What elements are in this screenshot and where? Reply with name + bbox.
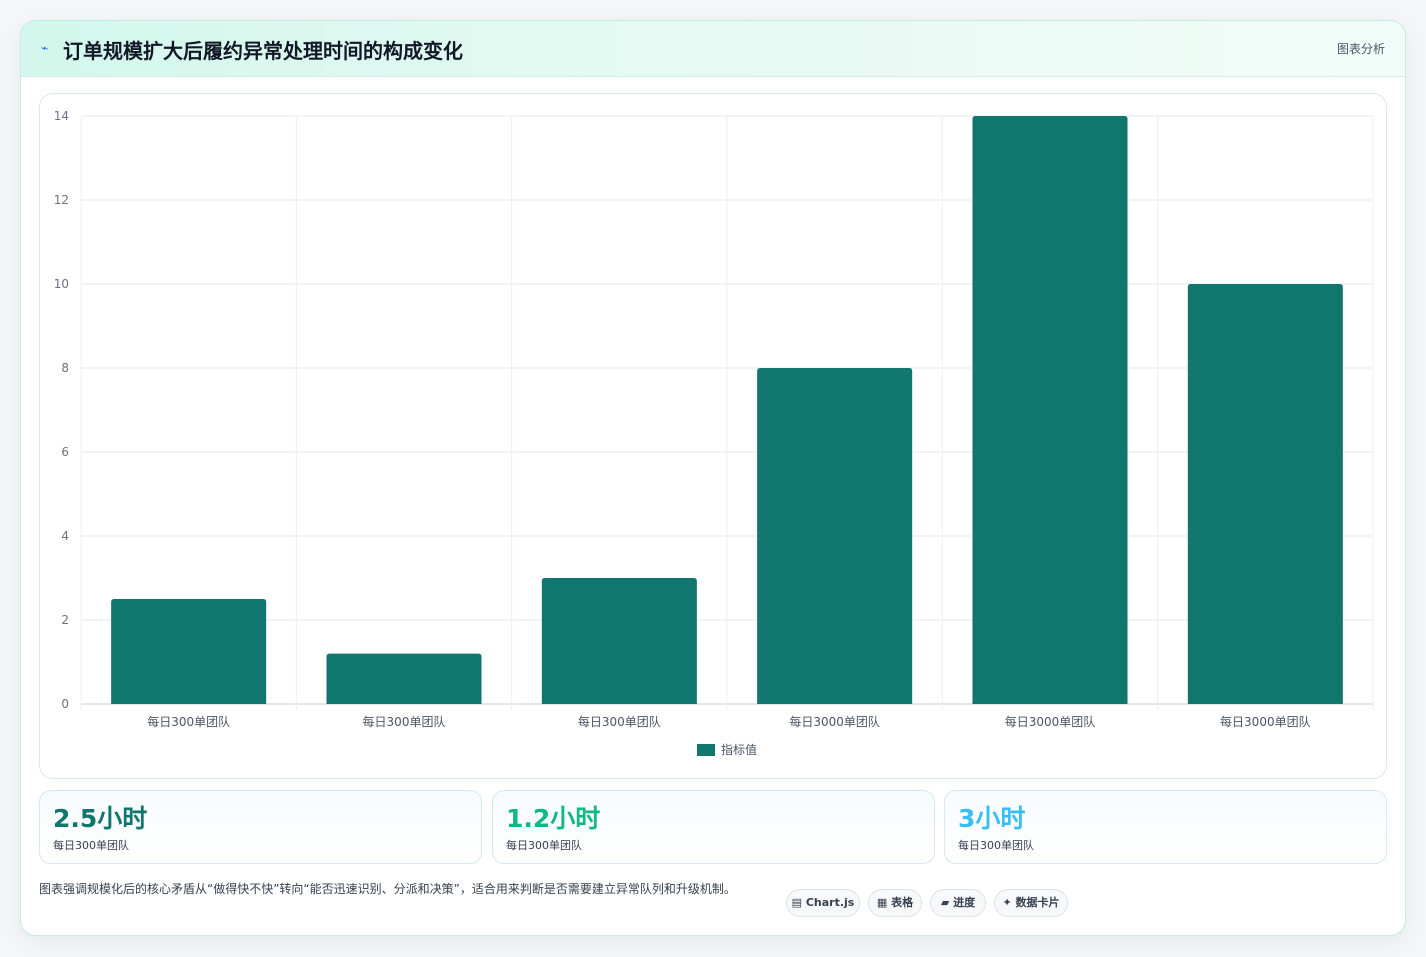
- stat-value: 1.2小时: [506, 804, 601, 833]
- page-title: 订单规模扩大后履约异常处理时间的构成变化: [63, 39, 463, 63]
- pill-data-card[interactable]: ✦ 数据卡片: [994, 889, 1068, 917]
- bar-chart: 0 2 4 6 8 10 12 14 每日300单团队 每日300单团队 每日300单团队 每日300…: [54, 109, 1374, 757]
- stat-value: 3小时: [958, 804, 1026, 833]
- y-tick-label: 2: [61, 613, 69, 627]
- stat-card-1: 2.5小时 每日300单团队: [39, 790, 482, 864]
- legend-swatch: [697, 744, 715, 756]
- y-tick-label: 12: [54, 193, 69, 207]
- bar: [972, 116, 1128, 704]
- table-icon-label: ▦ 表格: [876, 896, 914, 909]
- card-icon-label: ✦ 数据卡片: [1002, 896, 1060, 909]
- pill-table[interactable]: ▦ 表格: [868, 889, 922, 917]
- progress-icon-label: ▰ 进度: [940, 896, 976, 909]
- y-tick-label: 4: [61, 529, 69, 543]
- chart-container: 0 2 4 6 8 10 12 14 每日300单团队 每日300单团队 每日300单团队 每日300…: [39, 93, 1387, 779]
- x-tick-label: 每日300单团队: [578, 714, 661, 729]
- x-tick-label: 每日3000单团队: [1220, 714, 1311, 729]
- bar: [1187, 284, 1343, 704]
- y-tick-label: 0: [61, 697, 69, 711]
- stat-card-2: 1.2小时 每日300单团队: [492, 790, 935, 864]
- bar: [326, 653, 482, 704]
- y-tick-label: 8: [61, 361, 69, 375]
- x-tick-label: 每日300单团队: [363, 714, 446, 729]
- y-tick-label: 6: [61, 445, 69, 459]
- chart-analysis-tag: 图表分析: [1336, 42, 1385, 56]
- card-header: ⌁ 订单规模扩大后履约异常处理时间的构成变化 图表分析: [21, 21, 1405, 77]
- stat-label: 每日300单团队: [958, 839, 1034, 852]
- stat-card-3: 3小时 每日300单团队: [944, 790, 1387, 864]
- y-tick-label: 14: [54, 109, 69, 123]
- bar: [111, 599, 267, 704]
- x-tick-label: 每日300单团队: [147, 714, 230, 729]
- x-tick-label: 每日3000单团队: [1005, 714, 1096, 729]
- sparkline-icon: ⌁: [41, 41, 49, 55]
- stat-label: 每日300单团队: [53, 839, 129, 852]
- chart-card: ⌁ 订单规模扩大后履约异常处理时间的构成变化 图表分析 0 2 4 6 8 10 12 14 每…: [20, 20, 1406, 936]
- chart-note: 图表强调规模化后的核心矛盾从“做得快不快”转向“能否迅速识别、分派和决策”，适合…: [39, 882, 736, 896]
- y-tick-label: 10: [54, 277, 69, 291]
- stat-label: 每日300单团队: [506, 839, 582, 852]
- stat-value: 2.5小时: [53, 804, 148, 833]
- x-tick-label: 每日3000单团队: [789, 714, 880, 729]
- pill-progress[interactable]: ▰ 进度: [930, 889, 986, 917]
- chart-icon-label: ▤ Chart.js: [791, 896, 855, 909]
- pill-chartjs[interactable]: ▤ Chart.js: [786, 889, 860, 917]
- bar: [757, 368, 913, 704]
- legend-label: 指标值: [721, 742, 757, 757]
- bar: [541, 578, 697, 704]
